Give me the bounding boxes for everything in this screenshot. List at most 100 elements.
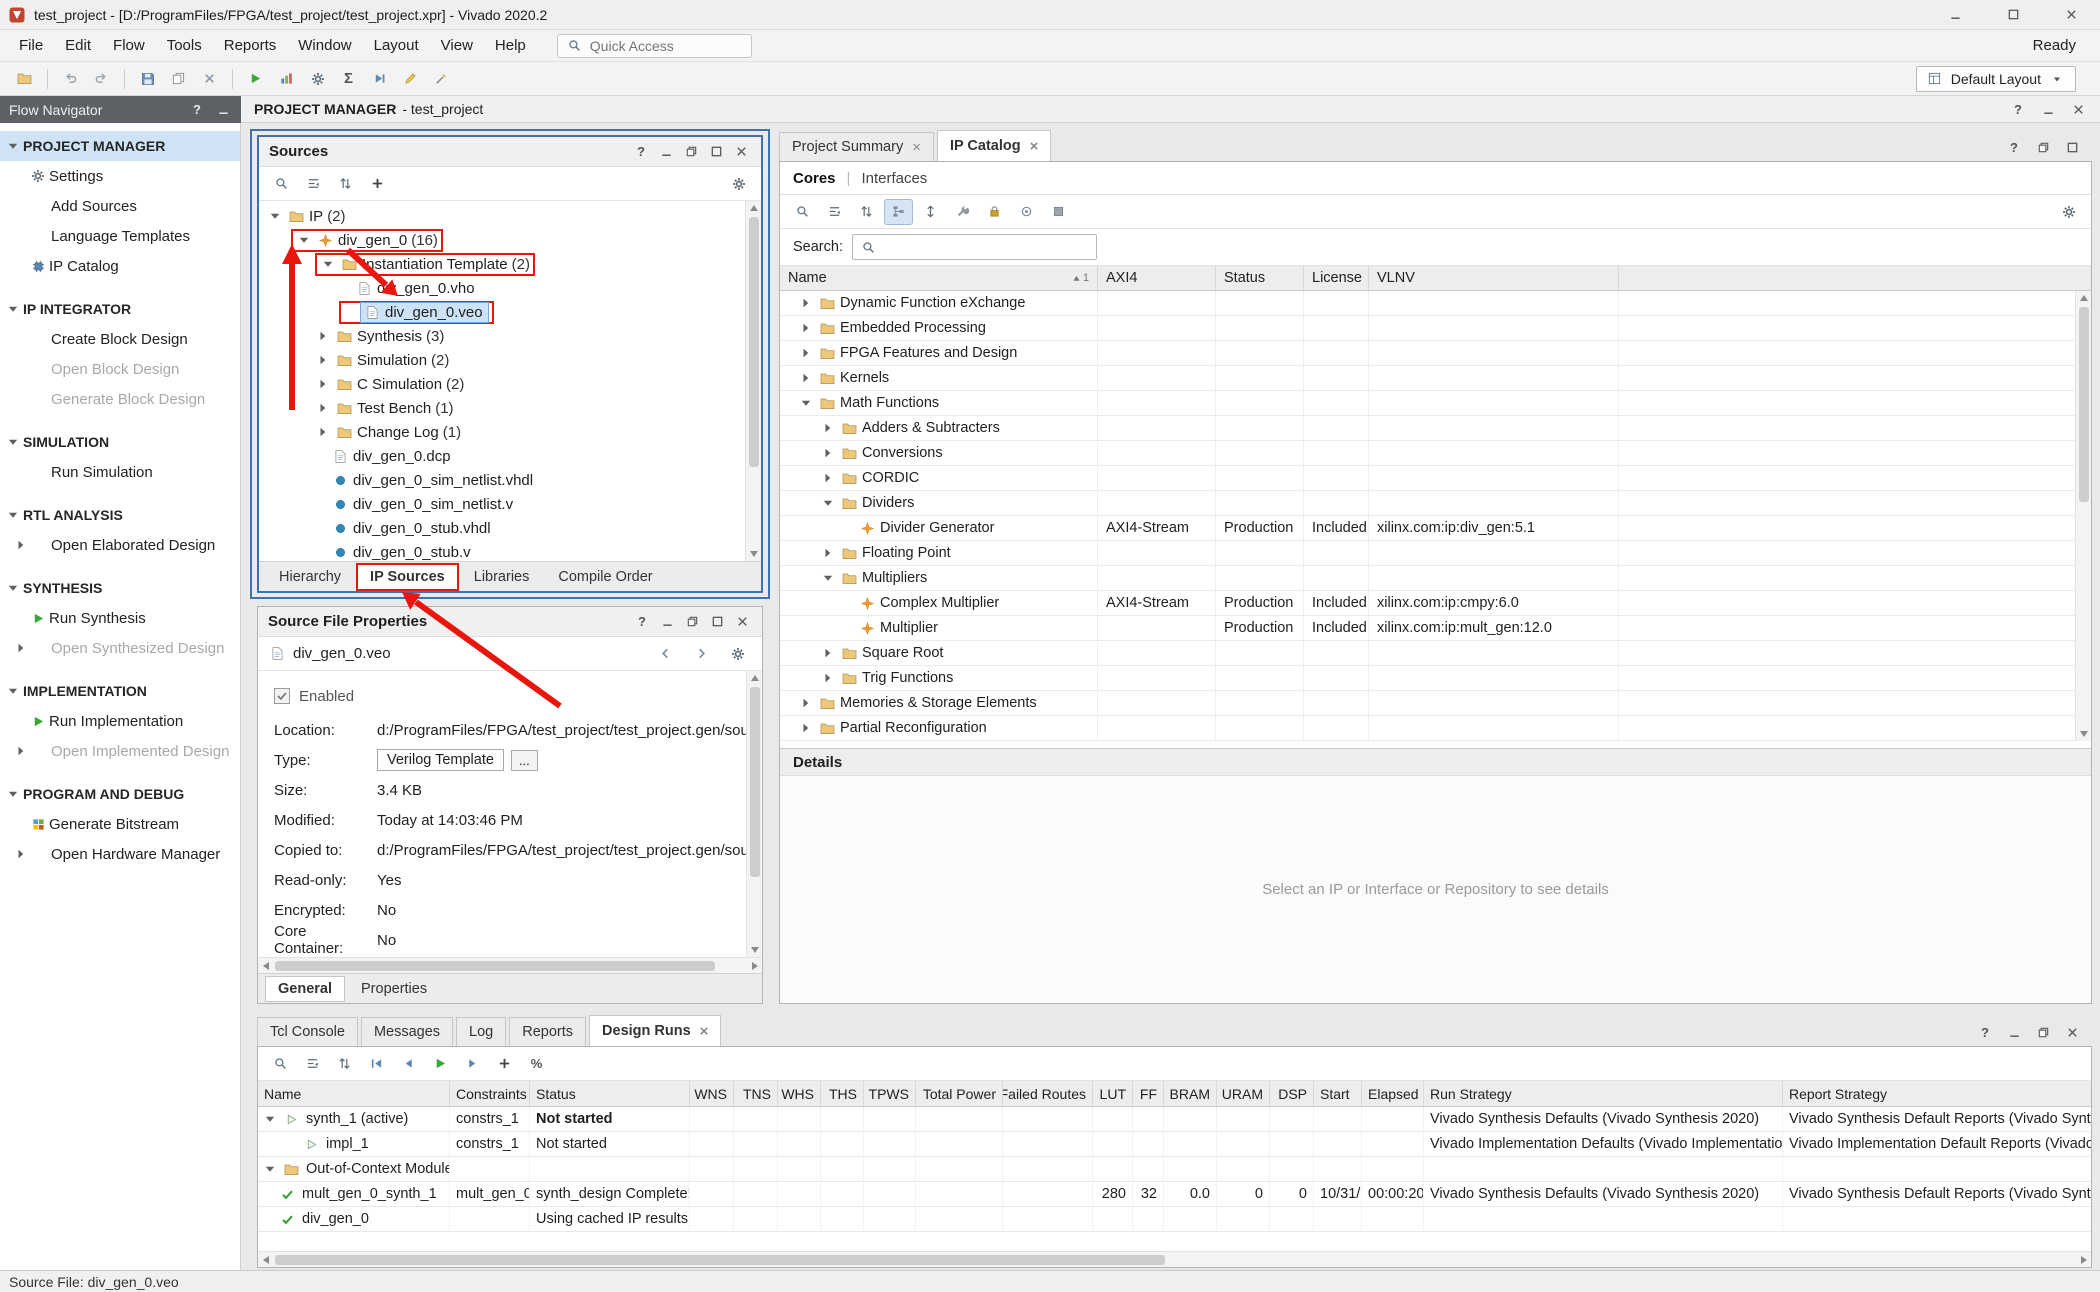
scroll-down-icon[interactable] [2076,727,2091,741]
delete-button[interactable] [195,66,224,92]
catalog-row-complex-multiplier[interactable]: Complex MultiplierAXI4-StreamProductionI… [780,591,2075,616]
help-button[interactable]: ? [2004,137,2024,157]
menu-reports[interactable]: Reports [213,32,288,59]
sources-tree-item-c-simulation[interactable]: C Simulation(2) [259,372,745,396]
runs-column-uram[interactable]: URAM [1217,1081,1270,1106]
minimize-button[interactable] [2004,1022,2024,1042]
menu-flow[interactable]: Flow [102,32,156,59]
help-button[interactable]: ? [1975,1022,1995,1042]
open-folder-button[interactable] [10,66,39,92]
step-button[interactable] [365,66,394,92]
catalog-row-dynamic-function-exchange[interactable]: Dynamic Function eXchange [780,291,2075,316]
chevron-right-icon[interactable] [820,670,836,686]
catalog-row-floating-point[interactable]: Floating Point [780,541,2075,566]
chevron-right-icon[interactable] [798,320,814,336]
catalog-row-adders-subtracters[interactable]: Adders & Subtracters [780,416,2075,441]
chevron-down-icon[interactable] [296,232,312,248]
flownav-section-ip-integrator[interactable]: IP INTEGRATOR [0,294,240,324]
scroll-down-icon[interactable] [747,943,762,957]
expand-all-button[interactable] [330,1051,359,1077]
flownav-section-implementation[interactable]: IMPLEMENTATION [0,676,240,706]
chevron-right-icon[interactable] [315,424,331,440]
runs-column-ths[interactable]: THS [821,1081,864,1106]
flownav-section-synthesis[interactable]: SYNTHESIS [0,573,240,603]
sources-tree-item-div-gen-0-vho[interactable]: div_gen_0.vho [259,276,745,300]
collapse-all-button[interactable] [299,171,328,197]
scroll-thumb[interactable] [750,687,760,877]
percent-button[interactable]: % [522,1051,551,1077]
wand-button[interactable] [427,66,456,92]
menu-edit[interactable]: Edit [54,32,102,59]
catalog-row-dividers[interactable]: Dividers [780,491,2075,516]
scroll-up-icon[interactable] [747,671,762,685]
enabled-checkbox[interactable] [274,688,290,704]
runs-column-tns[interactable]: TNS [734,1081,778,1106]
save-button[interactable] [133,66,162,92]
catalog-row-trig-functions[interactable]: Trig Functions [780,666,2075,691]
sources-settings-button[interactable] [724,171,753,197]
add-button[interactable] [363,171,392,197]
properties-tab-properties[interactable]: Properties [348,976,440,1002]
console-tab-tcl-console[interactable]: Tcl Console [257,1017,358,1047]
maximize-button[interactable] [706,142,726,162]
sources-tree-item-div-gen-0[interactable]: div_gen_0(16) [259,228,745,252]
help-button[interactable]: ? [632,612,652,632]
catalog-scrollbar[interactable] [2075,291,2091,741]
flownav-section-simulation[interactable]: SIMULATION [0,427,240,457]
sources-tab-ip-sources[interactable]: IP Sources [357,564,458,590]
chevron-down-icon[interactable] [5,507,21,523]
properties-settings-button[interactable] [723,641,752,667]
runs-column-ff[interactable]: FF [1133,1081,1164,1106]
menu-tools[interactable]: Tools [156,32,213,59]
scroll-down-icon[interactable] [746,547,761,561]
runs-column-bram[interactable]: BRAM [1164,1081,1217,1106]
search-button[interactable] [267,171,296,197]
chevron-right-icon[interactable] [315,352,331,368]
catalog-row-partial-reconfiguration[interactable]: Partial Reconfiguration [780,716,2075,741]
menu-window[interactable]: Window [287,32,362,59]
tab-interfaces[interactable]: Interfaces [861,170,927,187]
copy-button[interactable] [164,66,193,92]
menu-help[interactable]: Help [484,32,537,59]
minimize-icon[interactable] [214,102,232,118]
sources-tree-item-div-gen-0-sim-netlist-vhdl[interactable]: div_gen_0_sim_netlist.vhdl [259,468,745,492]
scroll-thumb[interactable] [275,1255,1165,1265]
search-button[interactable] [266,1051,295,1077]
help-icon[interactable]: ? [188,102,206,118]
sources-tree-item-div-gen-0-stub-vhdl[interactable]: div_gen_0_stub.vhdl [259,516,745,540]
sources-tab-libraries[interactable]: Libraries [461,564,543,590]
chevron-down-icon[interactable] [5,580,21,596]
sources-tree-item-ip[interactable]: IP(2) [259,204,745,228]
wrench-button[interactable] [948,199,977,225]
ip-search-input[interactable] [884,239,1089,255]
chevron-down-icon[interactable] [798,395,814,411]
flownav-item-generate-block-design[interactable]: Generate Block Design [0,384,240,414]
close-button[interactable] [2062,1022,2082,1042]
tab-cores[interactable]: Cores [793,170,836,187]
close-button[interactable] [732,612,752,632]
chevron-down-icon[interactable] [320,256,336,272]
chevron-down-icon[interactable] [5,786,21,802]
step-first-button[interactable] [362,1051,391,1077]
details-button[interactable] [1044,199,1073,225]
catalog-row-multiplier[interactable]: MultiplierProductionIncludedxilinx.com:i… [780,616,2075,641]
unfold-button[interactable] [916,199,945,225]
sources-tree-item-change-log[interactable]: Change Log(1) [259,420,745,444]
sources-tree-item-instantiation-template[interactable]: Instantiation Template(2) [259,252,745,276]
run-row-impl-1[interactable]: impl_1constrs_1Not startedVivado Impleme… [258,1132,2091,1157]
flownav-item-open-implemented-design[interactable]: Open Implemented Design [0,736,240,766]
column-header-axi4[interactable]: AXI4 [1098,266,1216,290]
chevron-down-icon[interactable] [262,1111,278,1127]
runs-column-constraints[interactable]: Constraints [450,1081,530,1106]
properties-tab-general[interactable]: General [265,976,345,1002]
flownav-item-open-block-design[interactable]: Open Block Design [0,354,240,384]
chevron-right-icon[interactable] [820,420,836,436]
float-button[interactable] [681,142,701,162]
quick-access-input[interactable] [590,38,725,54]
maximize-button[interactable] [707,612,727,632]
flownav-item-run-simulation[interactable]: Run Simulation [0,457,240,487]
runs-column-elapsed[interactable]: Elapsed [1362,1081,1424,1106]
chevron-down-icon[interactable] [5,434,21,450]
flownav-section-project-manager[interactable]: PROJECT MANAGER [0,131,240,161]
column-header-license[interactable]: License [1304,266,1369,290]
